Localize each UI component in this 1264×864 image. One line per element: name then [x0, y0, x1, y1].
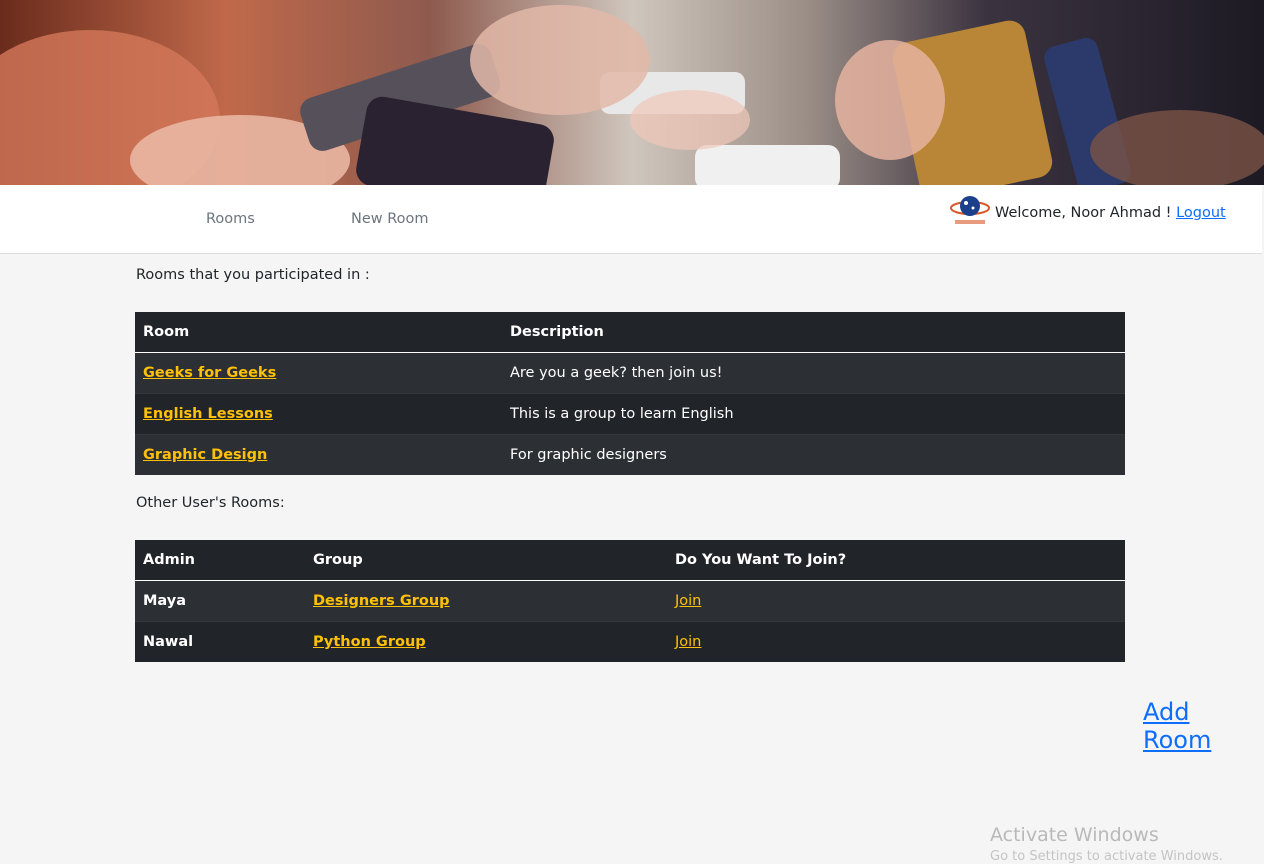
welcome-message: Welcome, Noor Ahmad ! Logout — [995, 205, 1226, 221]
table-row: Nawal Python Group Join — [135, 620, 1125, 662]
other-rooms-table: Admin Group Do You Want To Join? Maya De… — [135, 540, 1125, 662]
admin-name: Nawal — [135, 620, 305, 662]
room-link[interactable]: Graphic Design — [143, 447, 267, 463]
room-link[interactable]: English Lessons — [143, 406, 273, 422]
other-rooms-heading: Other User's Rooms: — [136, 495, 285, 511]
header-banner-image — [0, 0, 1264, 185]
welcome-text: Welcome, Noor Ahmad ! — [995, 205, 1177, 221]
column-header-room: Room — [135, 312, 502, 353]
column-header-join: Do You Want To Join? — [667, 540, 1125, 581]
room-link[interactable]: Geeks for Geeks — [143, 365, 276, 381]
table-header-row: Admin Group Do You Want To Join? — [135, 540, 1125, 581]
table-header-row: Room Description — [135, 312, 1125, 353]
world-web-logo-icon — [950, 193, 990, 227]
room-description: This is a group to learn English — [502, 392, 1125, 434]
group-link[interactable]: Designers Group — [313, 593, 450, 609]
nav-rooms-link[interactable]: Rooms — [206, 211, 255, 227]
room-description: For graphic designers — [502, 433, 1125, 475]
participated-rooms-heading: Rooms that you participated in : — [136, 267, 370, 283]
table-row: English Lessons This is a group to learn… — [135, 392, 1125, 434]
join-link[interactable]: Join — [675, 593, 701, 609]
column-header-admin: Admin — [135, 540, 305, 581]
admin-name: Maya — [135, 579, 305, 621]
participated-rooms-table: Room Description Geeks for Geeks Are you… — [135, 312, 1125, 475]
add-room-link[interactable]: Add Room — [1143, 698, 1264, 754]
room-description: Are you a geek? then join us! — [502, 351, 1125, 393]
nav-new-room-link[interactable]: New Room — [351, 211, 429, 227]
column-header-description: Description — [502, 312, 1125, 353]
join-link[interactable]: Join — [675, 634, 701, 650]
group-link[interactable]: Python Group — [313, 634, 426, 650]
top-navbar: Rooms New Room Welcome, Noor Ahmad ! Log… — [0, 185, 1262, 254]
logout-link[interactable]: Logout — [1176, 205, 1226, 221]
table-row: Geeks for Geeks Are you a geek? then joi… — [135, 351, 1125, 393]
column-header-group: Group — [305, 540, 667, 581]
activate-windows-watermark: Activate Windows — [990, 824, 1159, 846]
table-row: Graphic Design For graphic designers — [135, 433, 1125, 475]
table-row: Maya Designers Group Join — [135, 579, 1125, 621]
